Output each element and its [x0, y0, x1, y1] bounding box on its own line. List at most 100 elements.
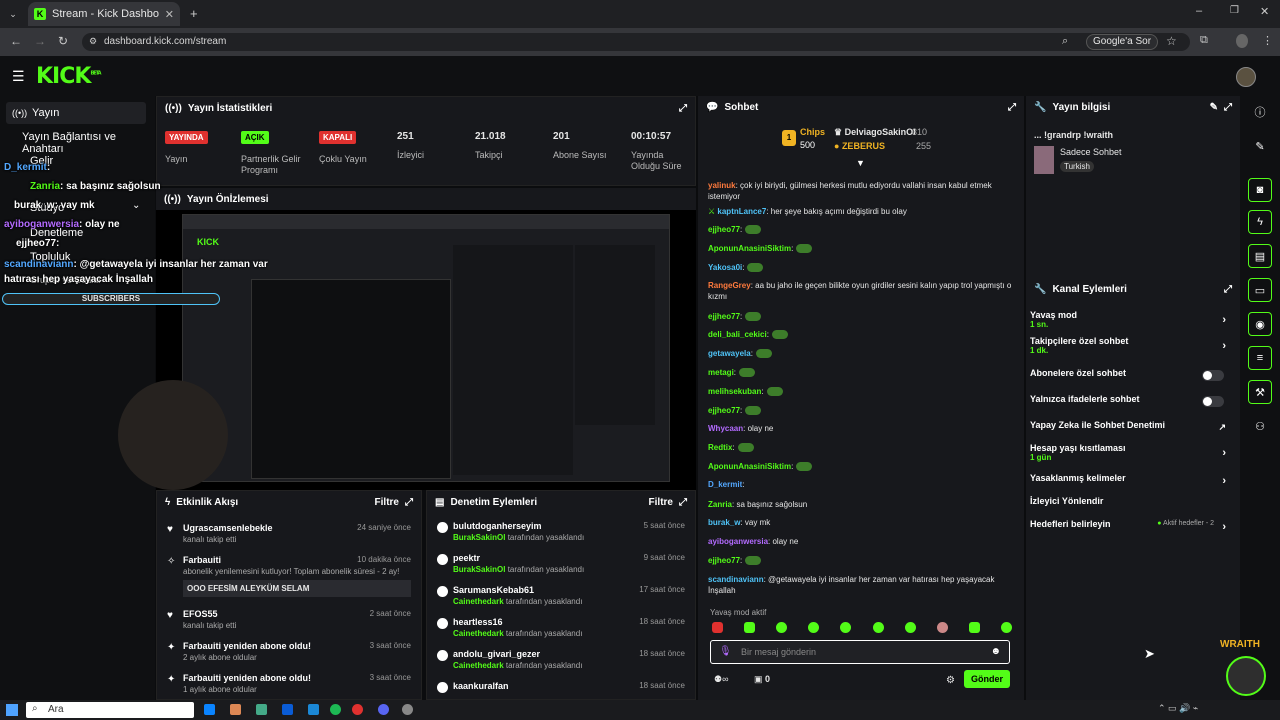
- close-window-icon[interactable]: ✕: [1260, 5, 1269, 18]
- chrome-icon[interactable]: [352, 704, 363, 715]
- users-icon[interactable]: ⚉∞: [714, 674, 728, 685]
- expand-icon[interactable]: ⤢: [1008, 102, 1016, 113]
- chat-user[interactable]: metagi: [708, 368, 734, 377]
- chat-input[interactable]: 🎙 Bir mesaj gönderin ☻: [710, 640, 1010, 664]
- chat-user[interactable]: AponunAnasiniSiktim: [708, 462, 791, 471]
- forward-icon[interactable]: →: [34, 34, 46, 48]
- info-icon[interactable]: ⓘ: [1248, 100, 1272, 124]
- emotes-only-toggle[interactable]: [1202, 396, 1224, 407]
- action-account-age[interactable]: Hesap yaşı kısıtlaması 1 gün ›: [1030, 443, 1230, 462]
- chat-user[interactable]: getawayela: [708, 349, 751, 358]
- chat-user[interactable]: burak_w: [708, 518, 740, 527]
- browser-menu-icon[interactable]: ⋮: [1262, 34, 1273, 47]
- emote-icon[interactable]: [968, 622, 980, 633]
- chat-user[interactable]: deli_bali_cekici: [708, 330, 767, 339]
- copilot-icon[interactable]: [230, 704, 241, 715]
- bolt-icon[interactable]: ϟ: [1248, 210, 1272, 234]
- teams-icon[interactable]: [308, 704, 319, 715]
- chat-user[interactable]: ejjheo77: [708, 556, 740, 565]
- camera-icon[interactable]: ◙: [1248, 178, 1272, 202]
- taskbar-search[interactable]: Ara: [26, 702, 194, 718]
- action-ai-moderation[interactable]: Yapay Zeka ile Sohbet Denetimi ↗: [1030, 420, 1230, 432]
- emote-icon[interactable]: [904, 622, 916, 633]
- emote-icon[interactable]: [872, 622, 884, 633]
- emote-icon[interactable]: [776, 622, 788, 633]
- extensions-icon[interactable]: ⧉: [1200, 34, 1208, 47]
- minimize-icon[interactable]: –: [1196, 5, 1202, 17]
- chat-user[interactable]: melihsekuban: [708, 387, 761, 396]
- moderation-filter-button[interactable]: Filtre: [649, 497, 673, 508]
- pencil-icon[interactable]: ✎: [1248, 134, 1272, 158]
- chat-icon[interactable]: ▭: [1248, 278, 1272, 302]
- layers-icon[interactable]: ≡: [1248, 346, 1272, 370]
- edit-icon[interactable]: ✎: [1210, 102, 1218, 113]
- broadcast-icon[interactable]: ◉: [1248, 312, 1272, 336]
- restore-icon[interactable]: ❐: [1230, 5, 1239, 16]
- emote-icon[interactable]: [744, 622, 756, 633]
- settings-gear-icon[interactable]: ⚙: [946, 675, 955, 686]
- stream-preview-video[interactable]: KICK: [182, 214, 670, 482]
- microphone-icon[interactable]: 🎙: [719, 646, 732, 657]
- system-tray-icons[interactable]: ⌃ ▭ 🔊 ⌁: [1158, 703, 1198, 714]
- hamburger-menu-icon[interactable]: ☰: [12, 68, 25, 85]
- action-goals[interactable]: Hedefleri belirleyin ● Aktif hedefler - 2…: [1030, 519, 1230, 533]
- discord-icon[interactable]: [378, 704, 389, 715]
- send-button[interactable]: Gönder: [964, 670, 1010, 688]
- action-banned-words[interactable]: Yasaklanmış kelimeler ›: [1030, 473, 1230, 487]
- user-avatar[interactable]: [1236, 67, 1256, 87]
- nav-item-stream[interactable]: Yayın: [32, 107, 59, 119]
- emoji-icon[interactable]: ☻: [990, 646, 1001, 657]
- obs-icon[interactable]: [402, 704, 413, 715]
- wrench-icon[interactable]: ⚒: [1248, 380, 1272, 404]
- bookmark-star-icon[interactable]: ☆: [1166, 34, 1177, 48]
- action-slow-mode[interactable]: Yavaş mod 1 sn. ›: [1030, 310, 1230, 329]
- tab-list-icon[interactable]: ⌄: [6, 7, 20, 21]
- chat-user[interactable]: ejjheo77: [708, 225, 740, 234]
- chat-user[interactable]: ejjheo77: [708, 312, 740, 321]
- browser-tab[interactable]: K Stream - Kick Dashboard ✕: [28, 2, 180, 26]
- expand-icon[interactable]: ⤢: [405, 497, 413, 508]
- expand-icon[interactable]: ⤢: [1224, 284, 1232, 295]
- emote-icon[interactable]: [1000, 622, 1012, 633]
- action-raid[interactable]: İzleyici Yönlendir: [1030, 496, 1230, 506]
- chat-user[interactable]: RangeGrey: [708, 281, 751, 290]
- chat-user[interactable]: Redtix: [708, 443, 732, 452]
- subs-only-toggle[interactable]: [1202, 370, 1224, 381]
- activity-filter-button[interactable]: Filtre: [375, 497, 399, 508]
- zoom-icon[interactable]: ⌕: [1062, 35, 1068, 48]
- profile-avatar[interactable]: [1236, 34, 1248, 48]
- emote-icon[interactable]: [936, 622, 948, 633]
- chat-user[interactable]: ejjheo77: [708, 406, 740, 415]
- emote-icon[interactable]: [840, 622, 852, 633]
- kick-logo[interactable]: KICKBETA: [36, 64, 102, 89]
- action-subs-only[interactable]: Abonelere özel sohbet: [1030, 368, 1230, 381]
- users-icon[interactable]: ⚇: [1248, 414, 1272, 438]
- chat-user[interactable]: Whycaan: [708, 424, 743, 433]
- emote-icon[interactable]: [712, 622, 723, 633]
- store-icon[interactable]: [256, 704, 267, 715]
- expand-icon[interactable]: ⤢: [679, 497, 687, 508]
- new-tab-icon[interactable]: +: [190, 6, 198, 21]
- chat-user[interactable]: D_kermit: [708, 480, 742, 489]
- action-followers-only[interactable]: Takipçilere özel sohbet 1 dk. ›: [1030, 336, 1230, 355]
- chat-user[interactable]: scandinaviann: [708, 575, 764, 584]
- url-field[interactable]: dashboard.kick.com/stream: [82, 33, 1190, 51]
- chat-user[interactable]: Zanria: [708, 500, 732, 509]
- chat-user[interactable]: ayiboganwersia: [708, 537, 768, 546]
- close-tab-icon[interactable]: ✕: [165, 8, 174, 21]
- gift-count[interactable]: ▣ 0: [754, 674, 770, 685]
- expand-icon[interactable]: ⤢: [679, 103, 687, 114]
- edge-icon[interactable]: [204, 704, 215, 715]
- spotify-icon[interactable]: [330, 704, 341, 715]
- outlook-icon[interactable]: [282, 704, 293, 715]
- reload-icon[interactable]: ↻: [58, 34, 68, 48]
- site-info-icon[interactable]: ⚙: [89, 36, 97, 47]
- chevron-down-icon[interactable]: ⌄: [132, 200, 140, 211]
- chat-user[interactable]: Yakosa0i: [708, 263, 742, 272]
- back-icon[interactable]: ←: [10, 34, 22, 48]
- action-emotes-only[interactable]: Yalnızca ifadelerle sohbet: [1030, 394, 1230, 407]
- google-ask-button[interactable]: Google'a Sor: [1086, 34, 1159, 50]
- chat-user[interactable]: AponunAnasiniSiktim: [708, 244, 791, 253]
- emote-icon[interactable]: [808, 622, 820, 633]
- windows-start-icon[interactable]: [6, 704, 18, 716]
